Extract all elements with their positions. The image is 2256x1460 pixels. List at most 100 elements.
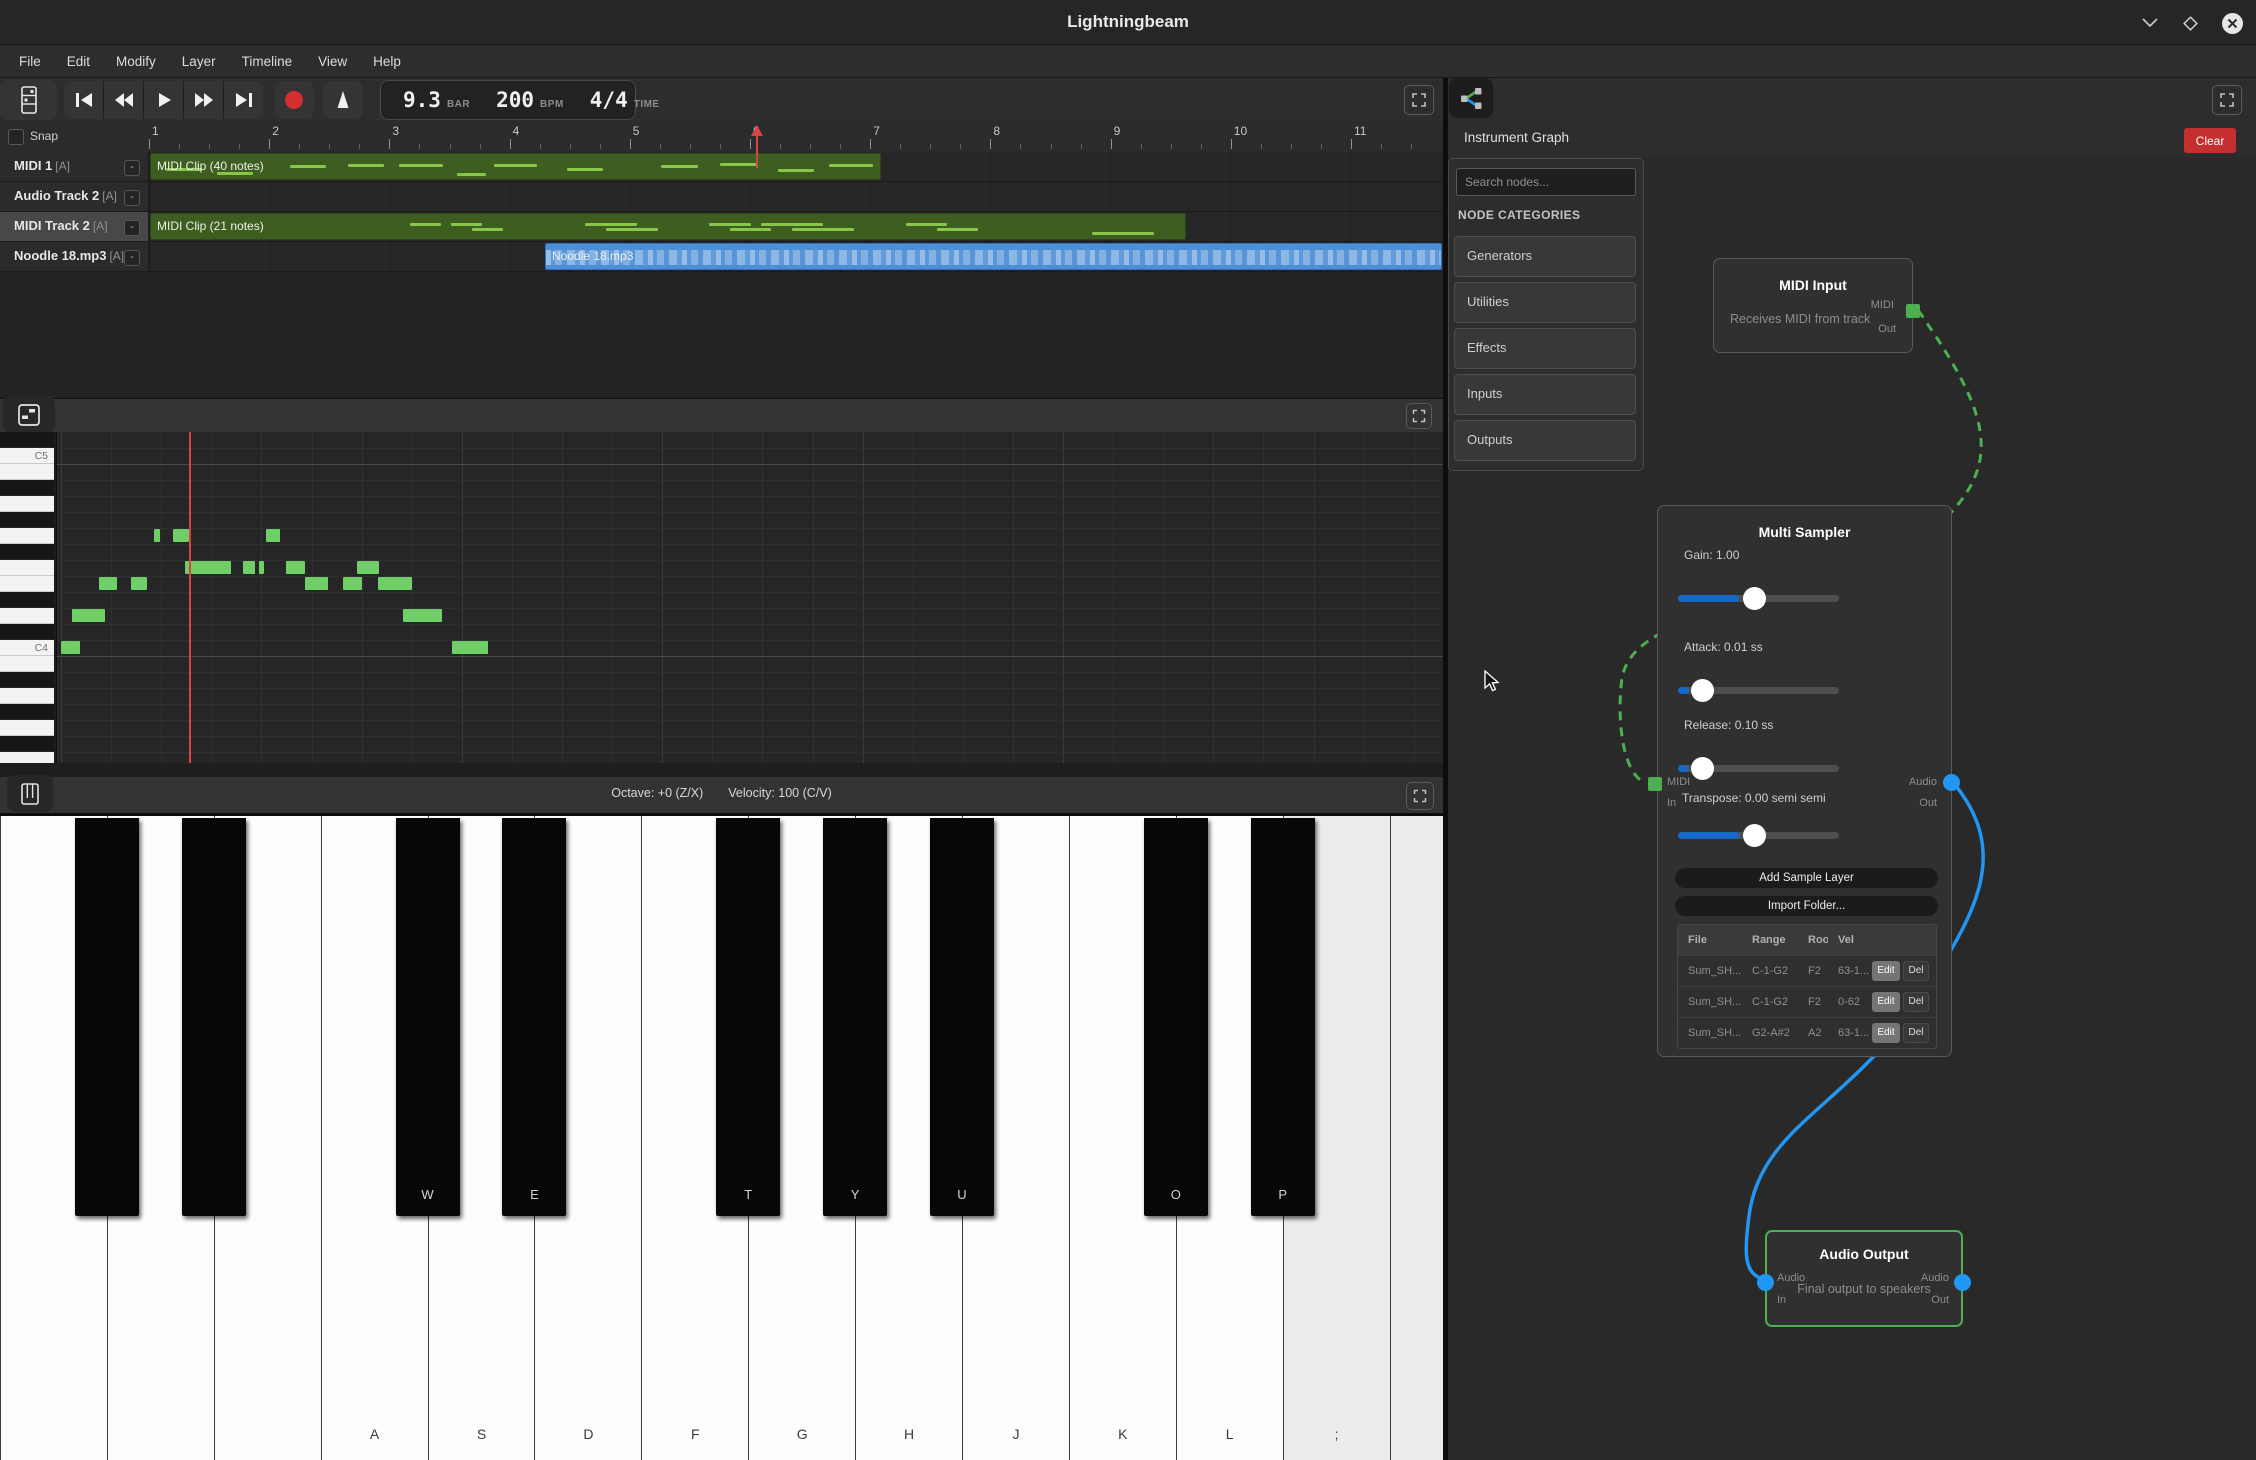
clip-midi[interactable]: MIDI Clip (21 notes) (150, 213, 1186, 240)
piano-roll-key[interactable] (0, 512, 54, 528)
del-button[interactable]: Del (1903, 992, 1929, 1012)
piano-roll-key[interactable] (0, 656, 54, 672)
edit-button[interactable]: Edit (1872, 1023, 1900, 1043)
category-generators[interactable]: Generators (1454, 236, 1636, 277)
midi-note[interactable] (243, 561, 255, 574)
graph-expand-icon[interactable] (2212, 85, 2242, 115)
clip-audio[interactable]: Noodle 18.mp3 (545, 243, 1442, 270)
timeline-ruler[interactable]: 1234567891011 (150, 122, 1443, 152)
piano-roll-key[interactable] (0, 624, 54, 640)
piano-roll-key[interactable] (0, 736, 54, 752)
track-minus-button[interactable]: - (124, 250, 140, 266)
white-key[interactable] (1390, 816, 1443, 1460)
record-button[interactable] (274, 81, 314, 119)
menu-item-layer[interactable]: Layer (169, 45, 229, 78)
midi-note[interactable] (185, 561, 231, 574)
edit-button[interactable]: Edit (1872, 961, 1900, 981)
midi-note[interactable] (343, 577, 362, 590)
keyboard-expand-icon[interactable] (1406, 782, 1434, 810)
add-sample-layer-button[interactable]: Add Sample Layer (1675, 868, 1938, 888)
piano-roll-key[interactable]: C4 (0, 640, 54, 656)
category-inputs[interactable]: Inputs (1454, 374, 1636, 415)
category-effects[interactable]: Effects (1454, 328, 1636, 369)
timeline-empty-area[interactable] (0, 272, 1443, 399)
audio-out-port[interactable] (1943, 774, 1960, 791)
black-key[interactable] (75, 818, 139, 1216)
black-key[interactable] (182, 818, 246, 1216)
midi-note[interactable] (286, 561, 305, 574)
window-maximize-diamond-icon[interactable] (2181, 14, 2199, 32)
node-graph-canvas[interactable]: NODE CATEGORIES GeneratorsUtilitiesEffec… (1448, 158, 2256, 1460)
piano-roll-key[interactable] (0, 720, 54, 736)
menu-item-help[interactable]: Help (360, 45, 414, 78)
window-minimize-chevron-icon[interactable] (2141, 16, 2159, 30)
piano-roll[interactable]: C5C4 (0, 432, 1443, 763)
param-slider[interactable] (1678, 595, 1839, 602)
audio-out-port[interactable] (1954, 1274, 1971, 1291)
import-folder-button[interactable]: Import Folder... (1675, 896, 1938, 916)
track-lane[interactable]: MIDI Clip (21 notes) (150, 212, 1443, 242)
black-key-O[interactable]: O (1144, 818, 1208, 1216)
track-lane[interactable]: Noodle 18.mp3 (150, 242, 1443, 272)
black-key-T[interactable]: T (716, 818, 780, 1216)
menu-item-edit[interactable]: Edit (54, 45, 103, 78)
midi-note[interactable] (259, 561, 264, 574)
slider-knob[interactable] (1691, 757, 1714, 780)
midi-note[interactable] (61, 641, 80, 654)
rewind-button[interactable] (104, 81, 143, 119)
category-outputs[interactable]: Outputs (1454, 420, 1636, 461)
track-minus-button[interactable]: - (124, 160, 140, 176)
piano-roll-key[interactable] (0, 496, 54, 512)
black-key-E[interactable]: E (502, 818, 566, 1216)
piano-roll-key[interactable] (0, 688, 54, 704)
del-button[interactable]: Del (1903, 1023, 1929, 1043)
film-reel-icon[interactable] (0, 80, 57, 120)
midi-note[interactable] (131, 577, 147, 590)
track-header-midi-1[interactable]: MIDI 1[A]- (0, 152, 148, 182)
menu-item-timeline[interactable]: Timeline (229, 45, 306, 78)
midi-note[interactable] (305, 577, 328, 590)
piano-roll-key[interactable] (0, 592, 54, 608)
menu-item-file[interactable]: File (6, 45, 54, 78)
piano-roll-key[interactable] (0, 752, 54, 763)
midi-note[interactable] (378, 577, 412, 590)
param-slider[interactable] (1678, 687, 1839, 694)
piano-roll-key[interactable] (0, 480, 54, 496)
midi-note[interactable] (452, 641, 488, 654)
search-input[interactable] (1456, 168, 1636, 196)
black-key-P[interactable]: P (1251, 818, 1315, 1216)
midi-note[interactable] (266, 529, 280, 542)
del-button[interactable]: Del (1903, 961, 1929, 981)
category-utilities[interactable]: Utilities (1454, 282, 1636, 323)
midi-note[interactable] (357, 561, 379, 574)
piano-roll-playhead[interactable] (189, 432, 191, 763)
black-key-W[interactable]: W (396, 818, 460, 1216)
midi-note[interactable] (72, 609, 105, 622)
clear-button[interactable]: Clear (2184, 128, 2236, 153)
edit-button[interactable]: Edit (1872, 992, 1900, 1012)
node-multi-sampler[interactable]: Multi Sampler Gain: 1.00Attack: 0.01 ssR… (1657, 505, 1952, 1057)
track-lane[interactable] (150, 182, 1443, 212)
timeline-playhead[interactable] (750, 124, 764, 168)
timeline-expand-icon[interactable] (1404, 85, 1434, 115)
midi-note[interactable] (173, 529, 189, 542)
window-close-icon[interactable] (2221, 12, 2244, 35)
clip-midi[interactable]: MIDI Clip (40 notes) (150, 153, 881, 180)
piano-roll-key[interactable] (0, 560, 54, 576)
piano-roll-key-strip[interactable]: C5C4 (0, 432, 57, 763)
piano-roll-key[interactable] (0, 528, 54, 544)
black-key-Y[interactable]: Y (823, 818, 887, 1216)
node-audio-output[interactable]: Audio Output Audio In Final output to sp… (1765, 1230, 1963, 1327)
slider-knob[interactable] (1743, 587, 1766, 610)
piano-roll-key[interactable] (0, 464, 54, 480)
piano-roll-icon[interactable] (3, 396, 55, 433)
tempo-display[interactable]: 9.3BAR200BPM4/4TIME (380, 80, 636, 120)
skip-start-button[interactable] (64, 81, 103, 119)
track-header-midi-track-2[interactable]: MIDI Track 2[A]- (0, 212, 148, 242)
track-header-noodle-18-mp3[interactable]: Noodle 18.mp3[A]- (0, 242, 148, 272)
piano-roll-key[interactable] (0, 432, 54, 448)
midi-note[interactable] (403, 609, 442, 622)
midi-out-port[interactable] (1906, 304, 1920, 318)
piano-roll-key[interactable] (0, 704, 54, 720)
piano-roll-key[interactable] (0, 608, 54, 624)
